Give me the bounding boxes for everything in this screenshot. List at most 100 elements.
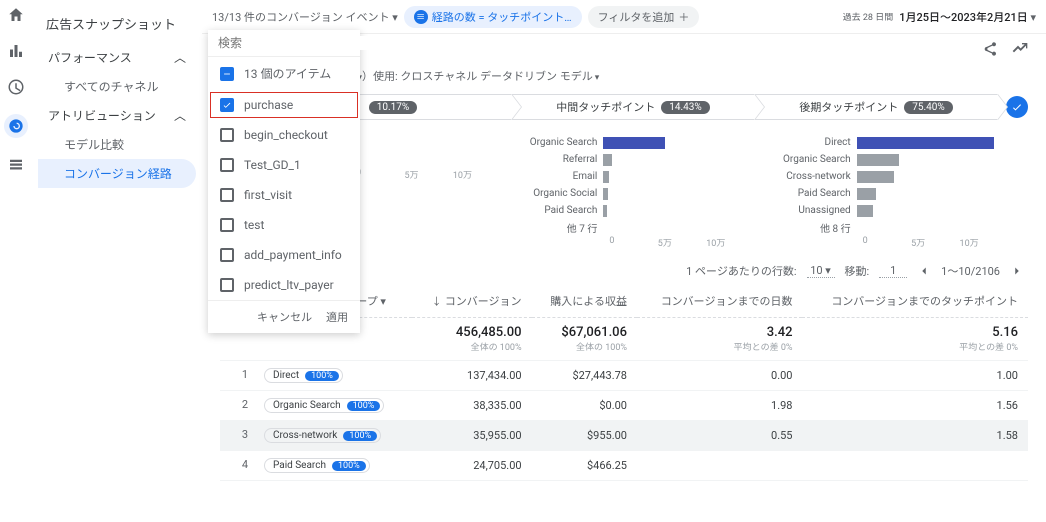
stage-late[interactable]: 後期タッチポイント 75.40% bbox=[754, 94, 998, 120]
sidenav-group-attribution[interactable]: アトリビューション ︿ bbox=[38, 101, 196, 130]
attribution-model-dropdown[interactable]: クロスチャネル データドリブン モデル bbox=[400, 70, 599, 83]
chart-bar-label: Cross-network bbox=[775, 171, 857, 182]
conversion-check-icon bbox=[1006, 96, 1028, 118]
library-icon[interactable] bbox=[7, 156, 25, 174]
conversion-events-dropdown[interactable]: 13/13 件のコンバージョン イベント ▾ bbox=[212, 9, 398, 25]
date-prefix: 過去 28 日間 bbox=[843, 10, 894, 23]
cell-touchpoints bbox=[802, 451, 1028, 481]
next-page-icon[interactable] bbox=[1010, 264, 1024, 278]
cell-conversions: 35,955.00 bbox=[412, 421, 532, 451]
chart-bar-label: Unassigned bbox=[775, 205, 857, 216]
sidenav-item-all-channels[interactable]: すべてのチャネル bbox=[38, 72, 196, 101]
chart-bar-row: Direct bbox=[775, 134, 1008, 151]
chevron-up-icon: ︿ bbox=[174, 107, 186, 124]
stage-pct-badge: 10.17% bbox=[369, 101, 417, 114]
advertising-icon[interactable] bbox=[4, 114, 28, 138]
home-icon[interactable] bbox=[7, 6, 25, 24]
popup-cancel-button[interactable]: キャンセル bbox=[257, 309, 312, 325]
popup-item[interactable]: Test_GD_1 bbox=[208, 150, 360, 180]
cell-touchpoints: 1.58 bbox=[802, 421, 1028, 451]
chart-bar-label: Organic Social bbox=[521, 188, 603, 199]
col-revenue[interactable]: 購入による収益 bbox=[532, 285, 637, 318]
chart-bar-row: Referral bbox=[521, 151, 754, 168]
checkbox-icon bbox=[220, 98, 234, 112]
conversion-events-popup: 13 個のアイテム purchase begin_checkout Test_GD_… bbox=[208, 30, 360, 333]
chart-bar bbox=[857, 188, 877, 200]
date-range-picker[interactable]: 1月25日～2023年2月21日 ▾ bbox=[899, 9, 1036, 25]
cell-revenue: $0.00 bbox=[532, 391, 637, 421]
table-row[interactable]: 4Paid Search 100%24,705.00$466.25 bbox=[220, 451, 1028, 481]
cell-touchpoints: 1.00 bbox=[802, 361, 1028, 391]
popup-item[interactable]: purchase bbox=[208, 90, 360, 120]
stage-label: 後期タッチポイント bbox=[799, 99, 898, 115]
popup-header-label: 13 個のアイテム bbox=[244, 65, 331, 82]
popup-item-label: Test_GD_1 bbox=[244, 158, 301, 172]
channel-chip: Organic Search 100% bbox=[264, 398, 384, 413]
chart-bar-row: Cross-network bbox=[775, 168, 1008, 185]
channel-pct-badge: 100% bbox=[347, 401, 381, 411]
row-index: 2 bbox=[230, 398, 248, 411]
popup-item[interactable]: add_payment_info bbox=[208, 240, 360, 270]
explore-icon[interactable] bbox=[7, 78, 25, 96]
cell-days: 0.55 bbox=[637, 421, 803, 451]
chart-column: Organic SearchReferralEmailOrganic Socia… bbox=[521, 134, 774, 249]
rows-per-page-label: 1 ページあたりの行数: bbox=[686, 263, 796, 279]
reports-icon[interactable] bbox=[7, 42, 25, 60]
sidenav-group-label: パフォーマンス bbox=[48, 49, 132, 66]
chart-bar-label: Paid Search bbox=[775, 188, 857, 199]
insights-icon[interactable] bbox=[1012, 41, 1028, 57]
chart-more-rows: 他 7 行 bbox=[521, 219, 754, 236]
popup-item[interactable]: begin_checkout bbox=[208, 120, 360, 150]
chart-bar bbox=[857, 205, 874, 217]
popup-item-label: begin_checkout bbox=[244, 128, 328, 142]
goto-label: 移動: bbox=[845, 263, 870, 279]
popup-search-input[interactable] bbox=[218, 36, 373, 50]
chart-bar-row: Organic Social bbox=[521, 185, 754, 202]
total-touchpoints: 5.16 bbox=[812, 325, 1018, 340]
goto-page-input[interactable]: 1 bbox=[879, 264, 907, 278]
sidenav-title: 広告スナップショット bbox=[38, 10, 196, 43]
stage-mid[interactable]: 中間タッチポイント 14.43% bbox=[511, 94, 754, 120]
rows-per-page-select[interactable]: 10 ▾ bbox=[807, 264, 835, 278]
sort-down-icon: ↓ bbox=[432, 297, 442, 308]
chevron-down-icon: ▾ bbox=[392, 11, 398, 24]
chart-bar-row: Organic Search bbox=[521, 134, 754, 151]
popup-item[interactable]: test bbox=[208, 210, 360, 240]
path-filter-pill[interactable]: ≡ 経路の数 = タッチポイント… bbox=[404, 6, 582, 28]
prev-page-icon[interactable] bbox=[917, 264, 931, 278]
total-revenue: $67,061.06 bbox=[542, 325, 627, 340]
col-days[interactable]: コンバージョンまでの日数 bbox=[637, 285, 803, 318]
sidenav-item-model-compare[interactable]: モデル比較 bbox=[38, 130, 196, 159]
chart-bar-row: Unassigned bbox=[775, 202, 1008, 219]
share-icon[interactable] bbox=[982, 41, 998, 57]
col-conversions[interactable]: ↓コンバージョン bbox=[412, 285, 532, 318]
date-range-label: 1月25日～2023年2月21日 bbox=[899, 11, 1028, 24]
chart-column: Direct Organic Search Cross-network Paid Se… bbox=[775, 134, 1028, 249]
cell-revenue: $466.25 bbox=[532, 451, 637, 481]
plus-icon: ＋ bbox=[678, 9, 689, 25]
chart-bar-label: Organic Search bbox=[775, 154, 857, 165]
conversion-events-label: 13/13 件のコンバージョン イベント bbox=[212, 11, 390, 24]
total-days: 3.42 bbox=[647, 325, 793, 340]
chart-bar bbox=[603, 205, 607, 217]
sidenav-item-conversion-paths[interactable]: コンバージョン経路 bbox=[38, 159, 196, 188]
table-row[interactable]: 1Direct 100%137,434.00$27,443.780.001.00 bbox=[220, 361, 1028, 391]
chart-bar-row: Paid Search bbox=[521, 202, 754, 219]
table-row[interactable]: 3Cross-network 100%35,955.00$955.000.551… bbox=[220, 421, 1028, 451]
popup-item[interactable]: first_visit bbox=[208, 180, 360, 210]
popup-select-all[interactable]: 13 個のアイテム bbox=[208, 57, 360, 90]
sidenav-group-performance[interactable]: パフォーマンス ︿ bbox=[38, 43, 196, 72]
sidenav: 広告スナップショット パフォーマンス ︿ すべてのチャネル アトリビューション … bbox=[32, 0, 202, 522]
chart-bar bbox=[603, 188, 607, 200]
popup-item-label: test bbox=[244, 218, 264, 232]
add-filter-pill[interactable]: フィルタを追加 ＋ bbox=[588, 6, 700, 28]
total-conversions: 456,485.00 bbox=[422, 325, 522, 340]
checkbox-icon bbox=[220, 128, 234, 142]
popup-apply-button[interactable]: 適用 bbox=[326, 309, 348, 325]
popup-item[interactable]: predict_ltv_payer bbox=[208, 270, 360, 300]
touchpoint-stages: 10.17% 中間タッチポイント 14.43% 後期タッチポイント 75.40% bbox=[268, 94, 998, 120]
col-touchpoints[interactable]: コンバージョンまでのタッチポイント bbox=[802, 285, 1028, 318]
chart-more-rows: 他 8 行 bbox=[775, 219, 1008, 236]
popup-item-label: predict_ltv_payer bbox=[244, 278, 334, 292]
table-row[interactable]: 2Organic Search 100%38,335.00$0.001.981.… bbox=[220, 391, 1028, 421]
